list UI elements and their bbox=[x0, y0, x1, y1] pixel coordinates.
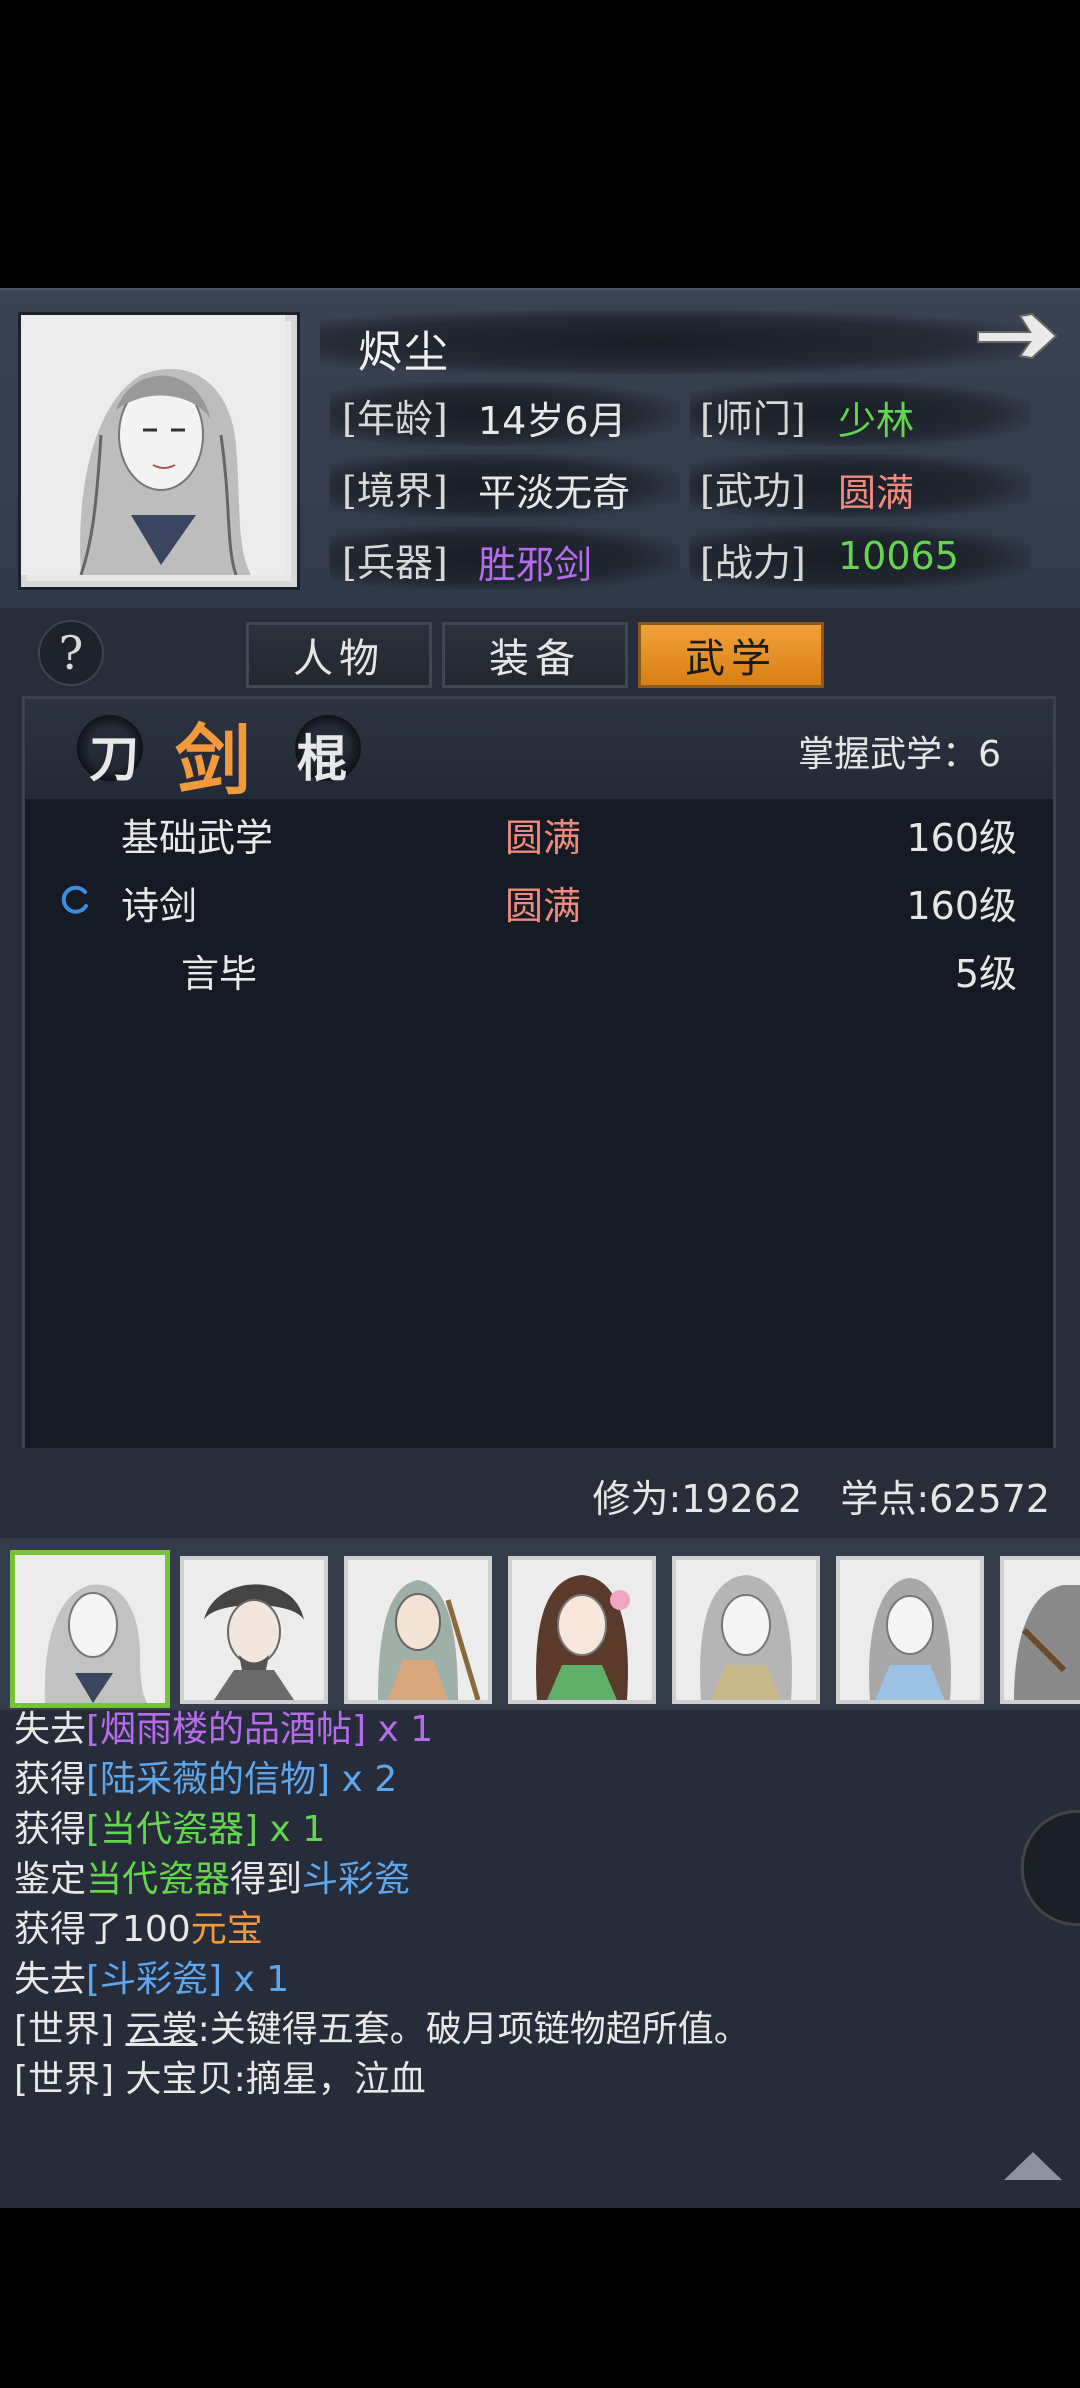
log-line: [世界] 大宝贝:摘星，泣血 bbox=[14, 2050, 426, 2102]
log-text: [当代瓷器] bbox=[86, 1809, 259, 1850]
log-line: 获得了100元宝 bbox=[14, 1900, 263, 1952]
realm-label: [境界] bbox=[342, 469, 448, 513]
log-text: 得到 bbox=[230, 1859, 303, 1900]
log-text: 获得 bbox=[14, 1809, 87, 1850]
category-blade[interactable]: 刀 bbox=[89, 719, 139, 791]
character-portrait[interactable] bbox=[1000, 1556, 1080, 1704]
character-portrait[interactable] bbox=[508, 1556, 656, 1704]
player-name: 烬尘 bbox=[358, 327, 450, 378]
martial-list-panel: 刀 剑 棍 掌握武学：6 基础武学 圆满 160级 诗剑 圆满 160级 言毕 … bbox=[22, 696, 1056, 1456]
character-portrait[interactable] bbox=[344, 1556, 492, 1704]
log-line: 失去[烟雨楼的品酒帖] x 1 bbox=[14, 1710, 433, 1752]
power-label: [战力] bbox=[700, 541, 806, 585]
log-text: 元宝 bbox=[190, 1909, 263, 1950]
portrait-image bbox=[21, 315, 285, 576]
log-text: [烟雨楼的品酒帖] bbox=[86, 1710, 367, 1750]
realm-value: 平淡无奇 bbox=[478, 471, 631, 515]
skill-level: 160级 bbox=[906, 884, 1017, 928]
log-text: x 2 bbox=[330, 1759, 398, 1800]
tab-character[interactable]: 人物 bbox=[246, 622, 432, 688]
character-portrait[interactable] bbox=[672, 1556, 820, 1704]
sect-label: [师门] bbox=[700, 397, 806, 441]
scroll-up-icon[interactable] bbox=[1000, 2146, 1066, 2186]
age-label: [年龄] bbox=[342, 397, 448, 441]
skill-row[interactable]: 言毕 5级 bbox=[25, 943, 1053, 1005]
message-log[interactable]: 失去[烟雨楼的品酒帖] x 1 获得[陆采薇的信物] x 2 获得[当代瓷器] x … bbox=[0, 1710, 1080, 2208]
log-text[interactable]: 云裳 bbox=[126, 2009, 198, 2050]
category-sword[interactable]: 剑 bbox=[175, 699, 251, 809]
skill-name: 基础武学 bbox=[121, 816, 274, 860]
log-text: x 1 bbox=[222, 1959, 290, 2000]
stats-bar: 修为:19262 学点:62572 bbox=[0, 1448, 1080, 1538]
log-text: [世界] bbox=[14, 2059, 126, 2100]
log-text: 失去 bbox=[14, 1959, 87, 2000]
category-staff[interactable]: 棍 bbox=[297, 719, 347, 791]
log-text: [陆采薇的信物] bbox=[86, 1759, 331, 1800]
log-line: 鉴定当代瓷器得到斗彩瓷 bbox=[14, 1850, 410, 1902]
log-text: 斗彩瓷 bbox=[302, 1859, 411, 1900]
log-text: :摘星，泣血 bbox=[233, 2059, 426, 2100]
log-text: :关键得五套。破月项链物超所值。 bbox=[197, 2009, 750, 2050]
next-arrow-icon[interactable] bbox=[972, 306, 1062, 366]
skill-level: 160级 bbox=[906, 816, 1017, 860]
character-strip bbox=[0, 1538, 1080, 1710]
sect-value: 少林 bbox=[838, 399, 915, 443]
skill-status: 圆满 bbox=[505, 816, 582, 860]
martial-value: 圆满 bbox=[838, 471, 915, 515]
tab-martial-arts[interactable]: 武学 bbox=[638, 622, 824, 688]
learning-points-value: 学点:62572 bbox=[840, 1477, 1050, 1521]
log-text: 当代瓷器 bbox=[86, 1859, 231, 1900]
martial-panel: ? 人物 装备 武学 刀 剑 棍 掌握武学：6 基础武学 圆满 160级 诗剑 … bbox=[0, 608, 1080, 1498]
character-portrait-selected[interactable] bbox=[10, 1550, 170, 1708]
skill-row[interactable]: 基础武学 圆满 160级 bbox=[25, 807, 1053, 869]
log-text: [斗彩瓷] bbox=[86, 1959, 223, 2000]
log-text: 鉴定 bbox=[14, 1859, 87, 1900]
age-value: 14岁6月 bbox=[478, 399, 627, 443]
profile-panel: 烬尘 [年龄] 14岁6月 [师门] 少林 [境界] 平淡无奇 [武功] 圆满 … bbox=[0, 288, 1080, 610]
log-text: 失去 bbox=[14, 1710, 87, 1750]
skill-name: 言毕 bbox=[181, 952, 258, 996]
log-text: 大宝贝 bbox=[125, 2059, 234, 2100]
log-text: 获得了100 bbox=[14, 1909, 191, 1950]
martial-label: [武功] bbox=[700, 469, 806, 513]
log-line: 获得[当代瓷器] x 1 bbox=[14, 1800, 325, 1852]
skill-row[interactable]: 诗剑 圆满 160级 bbox=[25, 875, 1053, 937]
log-text: 获得 bbox=[14, 1759, 87, 1800]
skill-name: 诗剑 bbox=[121, 884, 198, 928]
help-icon[interactable]: ? bbox=[38, 620, 104, 686]
log-text: [世界] bbox=[14, 2009, 126, 2050]
side-drawer-handle[interactable] bbox=[1021, 1810, 1080, 1926]
log-text: x 1 bbox=[366, 1710, 434, 1750]
log-line: 失去[斗彩瓷] x 1 bbox=[14, 1950, 289, 2002]
log-line: 获得[陆采薇的信物] x 2 bbox=[14, 1750, 397, 1802]
log-line: [世界] 云裳:关键得五套。破月项链物超所值。 bbox=[14, 2000, 750, 2052]
cultivation-value: 修为:19262 bbox=[592, 1477, 803, 1521]
character-portrait[interactable] bbox=[836, 1556, 984, 1704]
weapon-category-bar: 刀 剑 棍 掌握武学：6 bbox=[25, 699, 1053, 805]
power-value: 10065 bbox=[838, 534, 959, 578]
tab-equipment[interactable]: 装备 bbox=[442, 622, 628, 688]
player-portrait[interactable] bbox=[18, 312, 300, 590]
character-portrait[interactable] bbox=[180, 1556, 328, 1704]
active-skill-icon bbox=[59, 881, 91, 914]
log-text: x 1 bbox=[258, 1809, 326, 1850]
skill-status: 圆满 bbox=[505, 884, 582, 928]
weapon-label: [兵器] bbox=[342, 541, 448, 585]
skill-level: 5级 bbox=[954, 952, 1017, 996]
weapon-value[interactable]: 胜邪剑 bbox=[478, 534, 592, 589]
mastered-count: 掌握武学：6 bbox=[798, 734, 1001, 775]
